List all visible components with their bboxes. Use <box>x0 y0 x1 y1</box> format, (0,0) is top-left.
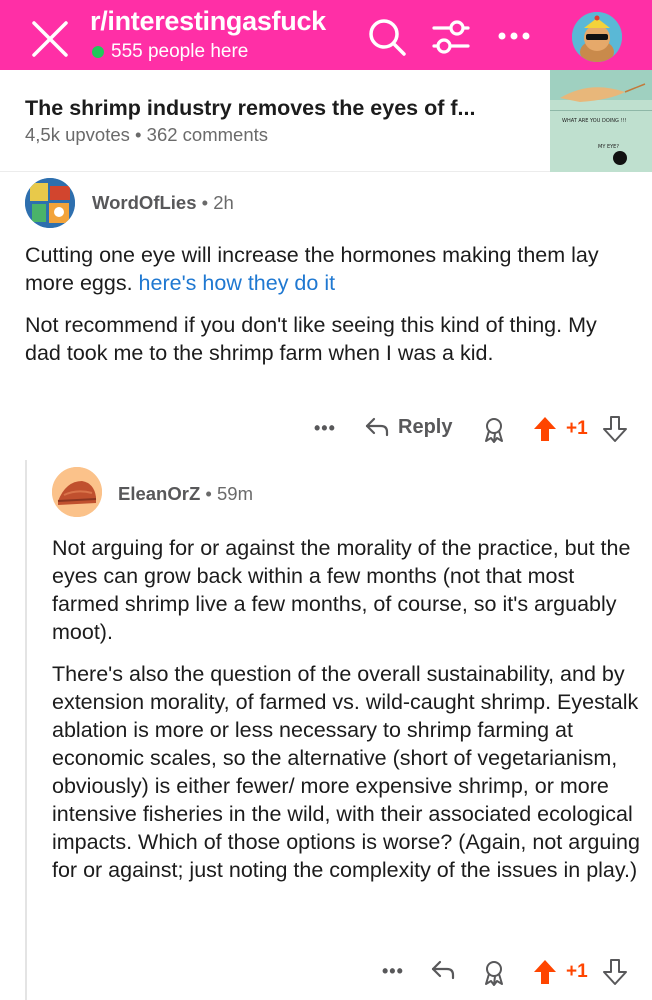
post-thumbnail[interactable]: WHAT ARE YOU DOING !!! MY EYE? <box>550 70 652 172</box>
upvote-arrow-icon <box>534 417 556 441</box>
comment-author-line: WordOfLies • 2h <box>92 192 234 214</box>
downvote-button[interactable] <box>602 958 628 986</box>
comment-avatar[interactable] <box>25 178 75 228</box>
award-icon <box>485 961 503 986</box>
thumb-text-1: WHAT ARE YOU DOING !!! <box>562 118 626 124</box>
online-count-label: 555 people here <box>111 41 249 62</box>
comment-author[interactable]: ElеanOrZ <box>118 483 200 504</box>
reply-icon <box>431 960 455 980</box>
user-avatar[interactable] <box>572 12 622 62</box>
comment-body: Cutting one eye will increase the hormon… <box>25 241 625 381</box>
award-button[interactable] <box>482 416 506 444</box>
avatar-icon <box>25 178 75 228</box>
downvote-arrow-icon <box>603 416 627 442</box>
comment-author[interactable]: WordOfLies <box>92 192 197 213</box>
reply-button[interactable] <box>430 958 456 982</box>
avatar-icon <box>52 467 102 517</box>
close-icon <box>32 21 68 57</box>
comment-time: • 2h <box>201 192 234 213</box>
award-icon <box>485 418 503 443</box>
top-bar: r/interestingasfuck 555 people here <box>0 0 652 70</box>
subreddit-name[interactable]: r/interestingasfuck <box>90 6 326 37</box>
comment-link[interactable]: here's how they do it <box>139 271 336 295</box>
reply-button[interactable]: Reply <box>364 415 452 439</box>
vote-count-label: +1 <box>566 418 588 439</box>
snoo-avatar-icon <box>572 12 622 62</box>
comment-actions: ••• +1 <box>0 955 652 989</box>
reply-icon <box>365 417 389 437</box>
comment-avatar[interactable] <box>52 467 102 517</box>
more-actions-button[interactable]: ••• <box>382 961 404 982</box>
thread-line[interactable] <box>25 460 27 1000</box>
vote-count-label: +1 <box>566 961 588 982</box>
comment-paragraph: Not recommend if you don't like seeing t… <box>25 313 597 365</box>
search-button[interactable] <box>366 16 408 58</box>
filter-icon <box>432 20 470 54</box>
filter-button[interactable] <box>430 16 472 58</box>
close-button[interactable] <box>28 17 72 61</box>
upvote-arrow-icon <box>534 960 556 984</box>
comment-paragraph: Cutting one eye will increase the hormon… <box>25 241 625 297</box>
downvote-arrow-icon <box>603 959 627 985</box>
comment-actions: ••• Reply +1 <box>0 412 652 446</box>
more-dots: ••• <box>314 418 336 438</box>
more-actions-button[interactable]: ••• <box>314 418 336 439</box>
comment-paragraph: There's also the question of the overall… <box>52 662 640 882</box>
post-header[interactable]: The shrimp industry removes the eyes of … <box>0 70 652 172</box>
post-title[interactable]: The shrimp industry removes the eyes of … <box>25 96 475 121</box>
online-dot-icon <box>92 46 104 58</box>
comment-paragraph: Not arguing for or against the morality … <box>52 536 631 644</box>
comment-body: Not arguing for or against the morality … <box>52 534 642 898</box>
vote-count: +1 <box>566 961 588 983</box>
shrimp-comic-image: WHAT ARE YOU DOING !!! MY EYE? <box>550 70 652 172</box>
more-dots: ••• <box>382 961 404 981</box>
online-count: 555 people here <box>92 41 248 63</box>
more-icon <box>498 32 530 40</box>
comment-author-line: ElеanOrZ • 59m <box>118 483 253 505</box>
post-meta: 4,5k upvotes • 362 comments <box>25 124 268 145</box>
upvote-button[interactable] <box>532 958 558 986</box>
comment-time: • 59m <box>205 483 253 504</box>
downvote-button[interactable] <box>602 415 628 443</box>
reply-label: Reply <box>398 415 453 438</box>
more-options-button[interactable] <box>494 18 534 54</box>
thumb-text-2: MY EYE? <box>598 144 619 150</box>
vote-count: +1 <box>566 418 588 440</box>
search-icon <box>369 19 406 56</box>
award-button[interactable] <box>482 959 506 987</box>
upvote-button[interactable] <box>532 415 558 443</box>
